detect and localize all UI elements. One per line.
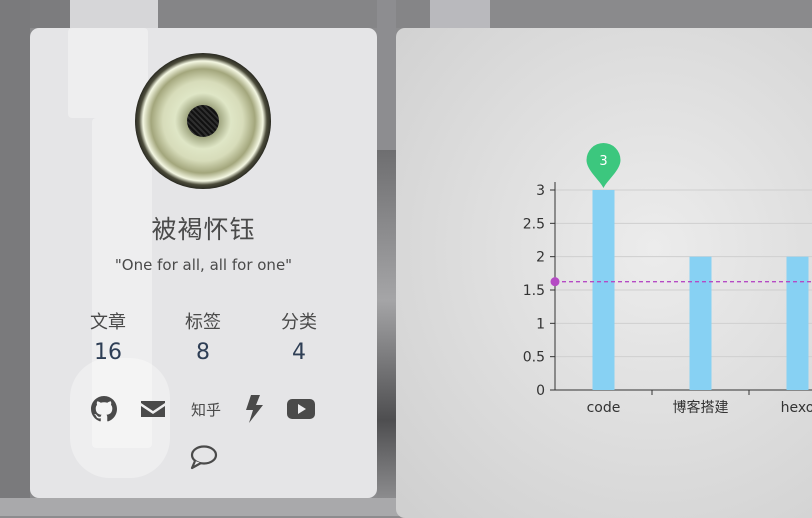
stat-articles[interactable]: 文章 16 (68, 308, 148, 365)
author-motto: "One for all, all for one" (114, 256, 293, 274)
bar (689, 256, 712, 390)
stat-categories-label: 分类 (281, 312, 317, 333)
comment-icon[interactable] (189, 442, 219, 472)
bar (786, 256, 809, 390)
avatar[interactable] (135, 53, 271, 189)
y-tick-label: 1 (536, 316, 545, 332)
x-tick-label: hexo (781, 400, 812, 416)
envelope-icon[interactable] (139, 394, 167, 424)
stat-tags-label: 标签 (185, 312, 221, 333)
y-tick-label: 2 (536, 250, 545, 266)
stat-tags[interactable]: 标签 8 (163, 308, 243, 365)
category-bar-chart: 0 0.5 1 1.5 2 2.5 3 code 博客搭建 hexo 3 (523, 143, 812, 416)
bolt-icon[interactable] (242, 394, 266, 424)
y-tick-label: 2.5 (523, 216, 545, 232)
stat-articles-value: 16 (94, 340, 122, 365)
average-line-marker (550, 277, 560, 287)
max-marker-label: 3 (599, 154, 607, 169)
y-tick-label: 0 (536, 383, 545, 399)
x-tick-label: 博客搭建 (673, 399, 729, 416)
stat-categories-value: 4 (292, 340, 306, 365)
stat-categories[interactable]: 分类 4 (259, 308, 339, 365)
author-name: 被褐怀钰 (151, 215, 256, 244)
x-tick-label: code (587, 400, 621, 416)
bar (592, 190, 615, 390)
y-tick-label: 3 (536, 183, 545, 199)
github-icon[interactable] (90, 394, 118, 424)
y-tick-label: 1.5 (523, 283, 545, 299)
youtube-icon[interactable] (285, 394, 317, 424)
zhihu-link[interactable]: 知乎 (186, 394, 226, 424)
stat-articles-label: 文章 (90, 312, 126, 333)
category-chart-card: 0 0.5 1 1.5 2 2.5 3 code 博客搭建 hexo 3 (396, 28, 812, 518)
y-tick-label: 0.5 (523, 350, 545, 366)
profile-card: 被褐怀钰 "One for all, all for one" 文章 16 标签… (30, 28, 377, 498)
stat-tags-value: 8 (196, 340, 210, 365)
